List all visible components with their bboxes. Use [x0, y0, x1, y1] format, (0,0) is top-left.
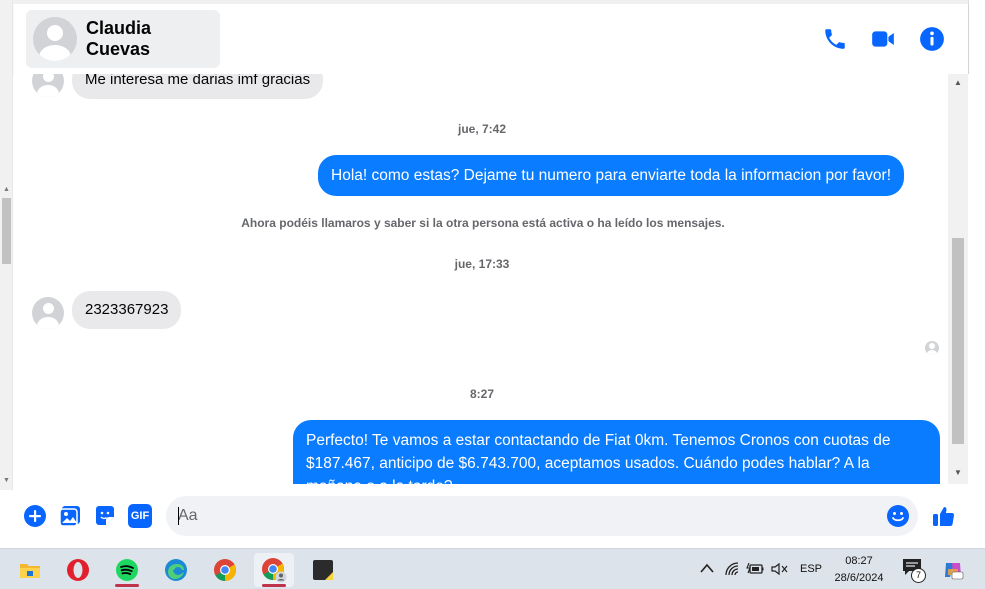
info-icon[interactable]	[919, 26, 945, 52]
sticky-notes-icon[interactable]	[303, 553, 343, 587]
notifications-button[interactable]: 7	[902, 558, 928, 584]
scroll-up-arrow-icon[interactable]: ▲	[954, 78, 962, 87]
outgoing-message: Hola! como estas? Dejame tu numero para …	[318, 155, 905, 196]
timestamp: jue, 17:33	[454, 257, 510, 271]
sticker-icon[interactable]	[93, 504, 117, 528]
system-notice: Ahora podéis llamaros y saber si la otra…	[241, 216, 725, 230]
text-caret	[178, 507, 179, 525]
gif-icon[interactable]: GIF	[128, 504, 152, 528]
message-input[interactable]	[178, 504, 878, 528]
running-indicator	[262, 584, 286, 587]
clock[interactable]: 08:27 28/6/2024	[826, 553, 892, 587]
video-call-icon[interactable]	[870, 26, 896, 52]
conversation-header: Claudia Cuevas	[14, 4, 968, 74]
outgoing-message: Perfecto! Te vamos a estar contactando d…	[293, 420, 940, 484]
show-hidden-icons-chevron-icon[interactable]	[700, 563, 714, 573]
image-icon[interactable]	[58, 504, 82, 528]
scroll-down-arrow-icon[interactable]: ▼	[3, 477, 10, 484]
volume-muted-icon[interactable]	[771, 562, 789, 576]
windows-taskbar: ESP 08:27 28/6/2024 7	[0, 548, 985, 589]
contact-name: Claudia Cuevas	[85, 18, 151, 59]
chrome-profile-icon[interactable]	[254, 553, 294, 587]
incoming-message: Me interesa me darias imf gracias	[72, 74, 324, 99]
incoming-message: 2323367923	[72, 291, 182, 329]
add-icon[interactable]	[23, 504, 47, 528]
scrollbar-thumb[interactable]	[2, 198, 11, 264]
message-list[interactable]: Me interesa me darias imf gracias jue, 7…	[14, 74, 948, 484]
page-scrollbar[interactable]: ▲ ▼	[0, 0, 13, 490]
copilot-icon[interactable]	[942, 559, 964, 581]
battery-icon[interactable]	[746, 562, 764, 576]
language-indicator[interactable]: ESP	[800, 563, 822, 575]
scrollbar-thumb[interactable]	[952, 238, 964, 444]
emoji-icon[interactable]	[886, 504, 910, 528]
messenger-window: ▲ ▼ Claudia Cuevas Me interesa me darias…	[0, 0, 985, 589]
avatar	[33, 17, 77, 61]
timestamp: jue, 7:42	[457, 122, 507, 136]
edge-icon[interactable]	[156, 553, 196, 587]
message-input-container[interactable]	[166, 496, 918, 536]
chat-scrollbar[interactable]: ▲ ▼	[948, 74, 968, 484]
window-edge	[968, 0, 985, 74]
read-receipt-avatar	[925, 341, 939, 355]
avatar	[32, 74, 64, 97]
spotify-icon[interactable]	[107, 553, 147, 587]
file-explorer-icon[interactable]	[10, 553, 50, 587]
opera-icon[interactable]	[58, 553, 98, 587]
notification-count-badge: 7	[911, 568, 926, 583]
message-composer: GIF	[14, 484, 968, 548]
chrome-icon[interactable]	[205, 553, 245, 587]
avatar	[32, 297, 64, 329]
clock-time: 08:27	[845, 555, 873, 567]
phone-icon[interactable]	[822, 26, 848, 52]
contact-profile-button[interactable]: Claudia Cuevas	[26, 10, 220, 68]
timestamp: 8:27	[469, 387, 495, 401]
scroll-down-arrow-icon[interactable]: ▼	[954, 468, 962, 477]
wifi-icon[interactable]	[724, 561, 740, 577]
thumbs-up-icon[interactable]	[932, 504, 956, 528]
running-indicator	[115, 584, 139, 587]
clock-date: 28/6/2024	[834, 572, 884, 584]
scroll-up-arrow-icon[interactable]: ▲	[3, 186, 10, 193]
